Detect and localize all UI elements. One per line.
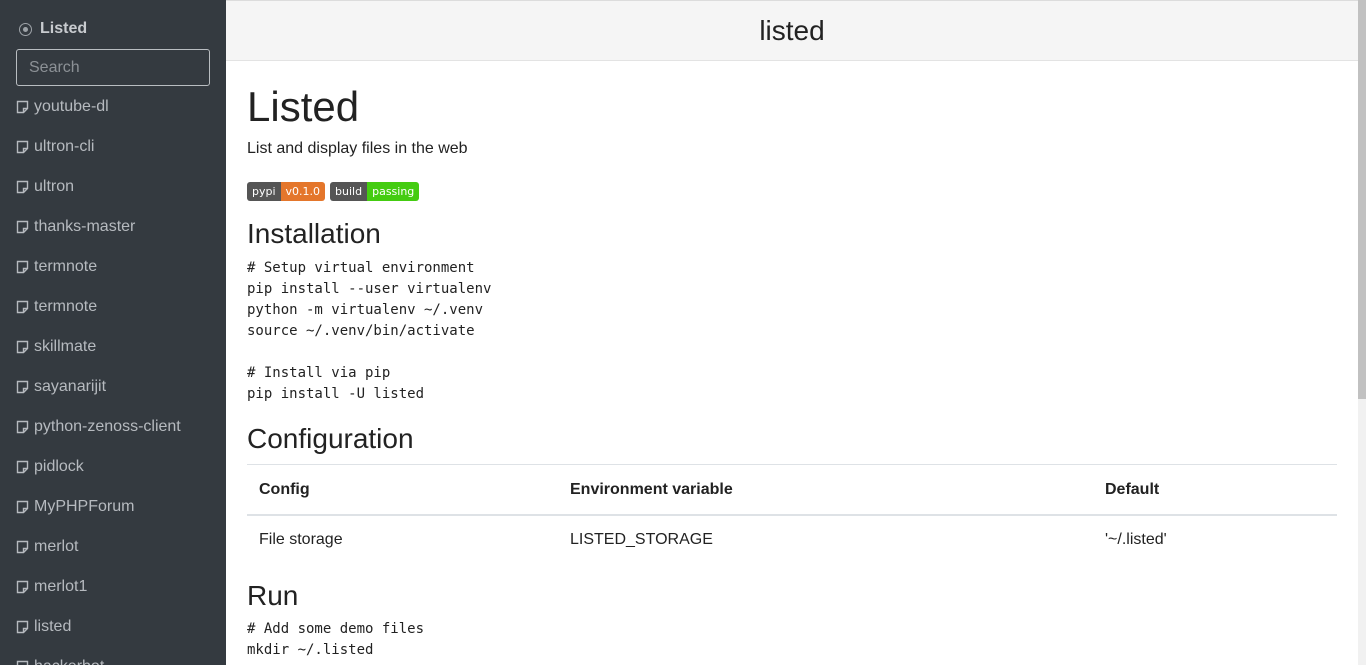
column-header: Config (247, 464, 558, 516)
sidebar-item-label: termnote (34, 258, 98, 275)
table-cell: '~/.listed' (1105, 531, 1167, 548)
badge-label: build (330, 182, 368, 201)
scrollbar-thumb[interactable] (1358, 0, 1366, 399)
sidebar-item[interactable]: youtube-dl (0, 87, 226, 127)
build-badge[interactable]: build passing (330, 182, 420, 201)
table-row: File storage LISTED_STORAGE '~/.listed' (247, 515, 1337, 564)
sidebar-item-label: youtube-dl (34, 98, 109, 115)
config-table: Config Environment variable Default File… (247, 464, 1337, 564)
table-cell: File storage (259, 531, 343, 548)
sidebar-item[interactable]: skillmate (0, 327, 226, 367)
file-icon (16, 659, 30, 665)
file-icon (16, 539, 30, 555)
sidebar-item[interactable]: ultron (0, 167, 226, 207)
sidebar-item[interactable]: thanks-master (0, 207, 226, 247)
sidebar-item-label: thanks-master (34, 218, 136, 235)
brand-label: Listed (40, 20, 88, 37)
sidebar-item[interactable]: pidlock (0, 447, 226, 487)
sidebar: Listed youtube-dl ultron-cli ultron thanks-… (0, 0, 226, 665)
table-cell: LISTED_STORAGE (570, 531, 713, 548)
file-icon (16, 419, 30, 435)
installation-code: # Setup virtual environment pip install … (247, 260, 492, 402)
main-panel: listed Listed List and display files in … (226, 0, 1358, 665)
installation-heading: Installation (247, 218, 381, 249)
sidebar-item-label: merlot (34, 538, 79, 555)
file-icon (16, 139, 30, 155)
pypi-badge[interactable]: pypi v0.1.0 (247, 182, 326, 201)
sidebar-item-label: listed (34, 618, 72, 635)
sidebar-item-label: python-zenoss-client (34, 418, 181, 435)
file-icon (16, 579, 30, 595)
file-icon (16, 339, 30, 355)
file-icon (16, 219, 30, 235)
sidebar-item-label: hackerbot (34, 658, 104, 665)
sidebar-item[interactable]: listed (0, 607, 226, 647)
sidebar-item[interactable]: python-zenoss-client (0, 407, 226, 447)
top-bar: listed (226, 1, 1358, 61)
badges: pypi v0.1.0 build passing (247, 182, 420, 201)
search-input[interactable] (16, 49, 210, 86)
run-code: # Add some demo files mkdir ~/.listed (247, 621, 425, 658)
badge-value: passing (367, 182, 420, 201)
sidebar-item-label: pidlock (34, 458, 84, 475)
brand-circle-icon (19, 22, 32, 36)
sidebar-brand[interactable]: Listed (19, 19, 87, 39)
sidebar-item-label: termnote (34, 298, 98, 315)
sidebar-item-label: sayanarijit (34, 378, 107, 395)
file-icon (16, 379, 30, 395)
table-header-row: Config Environment variable Default (247, 464, 1337, 516)
file-icon (16, 619, 30, 635)
sidebar-item-label: merlot1 (34, 578, 88, 595)
sidebar-item[interactable]: ultron-cli (0, 127, 226, 167)
sidebar-item[interactable]: merlot (0, 527, 226, 567)
page-header-title: listed (759, 14, 825, 46)
badge-value: v0.1.0 (280, 182, 326, 201)
file-icon (16, 179, 30, 195)
column-header: Environment variable (558, 464, 1093, 516)
sidebar-item[interactable]: termnote (0, 247, 226, 287)
sidebar-item[interactable]: sayanarijit (0, 367, 226, 407)
sidebar-item[interactable]: hackerbot (0, 647, 226, 665)
readme-subtitle: List and display files in the web (247, 140, 468, 157)
sidebar-item-label: ultron (34, 178, 75, 195)
file-icon (16, 459, 30, 475)
configuration-heading: Configuration (247, 423, 414, 454)
sidebar-item[interactable]: MyPHPForum (0, 487, 226, 527)
file-icon (16, 299, 30, 315)
sidebar-file-list: youtube-dl ultron-cli ultron thanks-master t… (0, 87, 226, 665)
column-header: Default (1093, 464, 1337, 516)
sidebar-item[interactable]: merlot1 (0, 567, 226, 607)
file-icon (16, 499, 30, 515)
badge-label: pypi (247, 182, 281, 201)
file-icon (16, 259, 30, 275)
sidebar-item-label: ultron-cli (34, 138, 95, 155)
sidebar-item-label: MyPHPForum (34, 498, 135, 515)
readme-title: Listed (247, 83, 360, 130)
sidebar-item[interactable]: termnote (0, 287, 226, 327)
sidebar-item-label: skillmate (34, 338, 97, 355)
file-icon (16, 99, 30, 115)
run-heading: Run (247, 580, 299, 611)
